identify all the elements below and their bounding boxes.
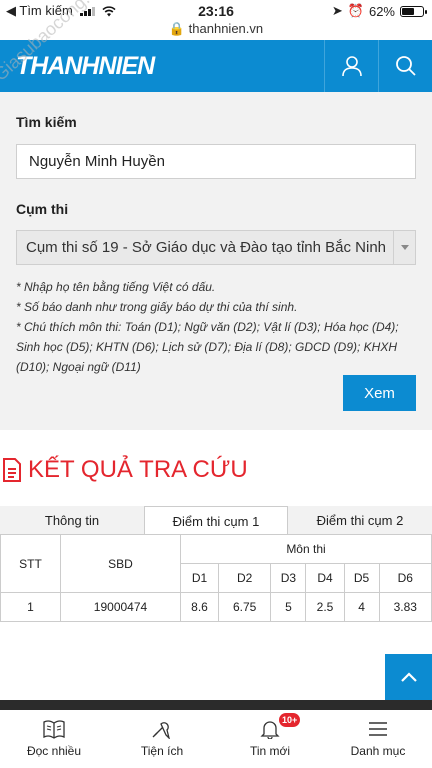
cell-stt: 1: [0, 592, 61, 622]
tab-info[interactable]: Thông tin: [0, 506, 144, 535]
col-sbd: SBD: [60, 534, 181, 593]
view-button[interactable]: Xem: [343, 375, 416, 411]
col-subjects: Môn thi: [180, 534, 432, 564]
cell-d1: 8.6: [179, 592, 220, 622]
search-icon: [395, 56, 416, 76]
cluster-select[interactable]: Cụm thi số 19 - Sở Giáo dục và Đào tạo t…: [16, 230, 416, 265]
nav-utilities[interactable]: Tiện ích: [108, 710, 216, 768]
col-d4: D4: [305, 563, 345, 593]
nav-categories[interactable]: Danh mục: [324, 710, 432, 768]
dropdown-arrow-icon: [393, 231, 415, 264]
note-line: * Số báo danh như trong giấy báo dự thi …: [16, 300, 298, 314]
tab-cluster-2[interactable]: Điểm thi cụm 2: [288, 506, 432, 535]
footer-divider: [0, 700, 432, 710]
user-icon: [341, 56, 362, 77]
book-icon: [43, 720, 65, 739]
status-bar: ◀ Tìm kiếm 23:16 🔒 thanhnien.vn ➤ ⏰ 62%: [0, 0, 432, 40]
table-row: 1 19000474 8.6 6.75 5 2.5 4 3.83: [0, 592, 432, 622]
status-right: ➤ ⏰ 62%: [331, 3, 427, 19]
site-logo[interactable]: THANHNIEN: [16, 52, 155, 81]
instructions: * Nhập họ tên bằng tiếng Việt có dấu. * …: [16, 277, 418, 377]
nav-label: Tiện ích: [140, 744, 184, 758]
back-to-top-button[interactable]: [385, 654, 432, 700]
nav-latest[interactable]: 10+ Tin mới: [216, 710, 324, 768]
note-line: * Chú thích môn thi: Toán (D1); Ngữ văn …: [16, 320, 399, 374]
battery-percent: 62%: [368, 3, 395, 19]
search-form: Tìm kiếm Nguyễn Minh Huyền Cụm thi Cụm t…: [0, 92, 432, 430]
url-text: thanhnien.vn: [188, 21, 264, 36]
search-button[interactable]: [378, 40, 432, 92]
url-bar[interactable]: 🔒 thanhnien.vn: [0, 21, 432, 37]
cluster-select-value: Cụm thi số 19 - Sở Giáo dục và Đào tạo t…: [26, 239, 387, 256]
nav-label: Danh mục: [350, 744, 406, 758]
col-d3: D3: [270, 563, 307, 593]
battery-icon: [400, 5, 427, 17]
results-heading: KẾT QUẢ TRA CỨU: [0, 455, 248, 485]
cell-d5: 4: [343, 592, 380, 622]
col-d6: D6: [378, 563, 432, 593]
name-label: Tìm kiếm: [16, 114, 77, 130]
col-d2: D2: [218, 563, 272, 593]
notification-badge: 10+: [279, 713, 301, 727]
tab-cluster-1[interactable]: Điểm thi cụm 1: [144, 506, 288, 535]
nav-most-read[interactable]: Đọc nhiều: [0, 710, 108, 768]
cluster-label: Cụm thi: [16, 201, 69, 217]
cell-d2: 6.75: [218, 592, 272, 622]
cell-d3: 5: [270, 592, 307, 622]
bell-icon: [260, 721, 280, 739]
location-icon: ➤: [331, 3, 343, 18]
site-header: THANHNIEN: [0, 40, 432, 92]
note-line: * Nhập họ tên bằng tiếng Việt có dấu.: [16, 280, 216, 294]
cell-d6: 3.83: [378, 592, 432, 622]
results-title: KẾT QUẢ TRA CỨU: [28, 456, 248, 483]
account-button[interactable]: [324, 40, 378, 92]
cell-d4: 2.5: [305, 592, 345, 622]
scores-table: STT SBD Môn thi D1 D2 D3 D4 D5 D6 1 1900…: [0, 534, 432, 622]
cell-sbd: 19000474: [60, 592, 181, 622]
table-header-row: STT SBD Môn thi: [0, 534, 432, 593]
col-stt: STT: [0, 534, 61, 593]
col-d1: D1: [179, 563, 220, 593]
nav-label: Tin mới: [249, 744, 291, 758]
col-d5: D5: [343, 563, 380, 593]
tools-icon: [152, 722, 170, 739]
bottom-nav: Đọc nhiều Tiện ích 10+ Tin mới Danh mục: [0, 710, 432, 768]
results-tabs: Thông tin Điểm thi cụm 1 Điểm thi cụm 2: [0, 506, 432, 535]
menu-icon: [369, 722, 387, 736]
alarm-icon: ⏰: [347, 3, 364, 18]
chevron-up-icon: [400, 672, 417, 682]
nav-label: Đọc nhiều: [26, 744, 82, 758]
name-input[interactable]: Nguyễn Minh Huyền: [16, 144, 416, 179]
document-icon: [3, 458, 21, 482]
